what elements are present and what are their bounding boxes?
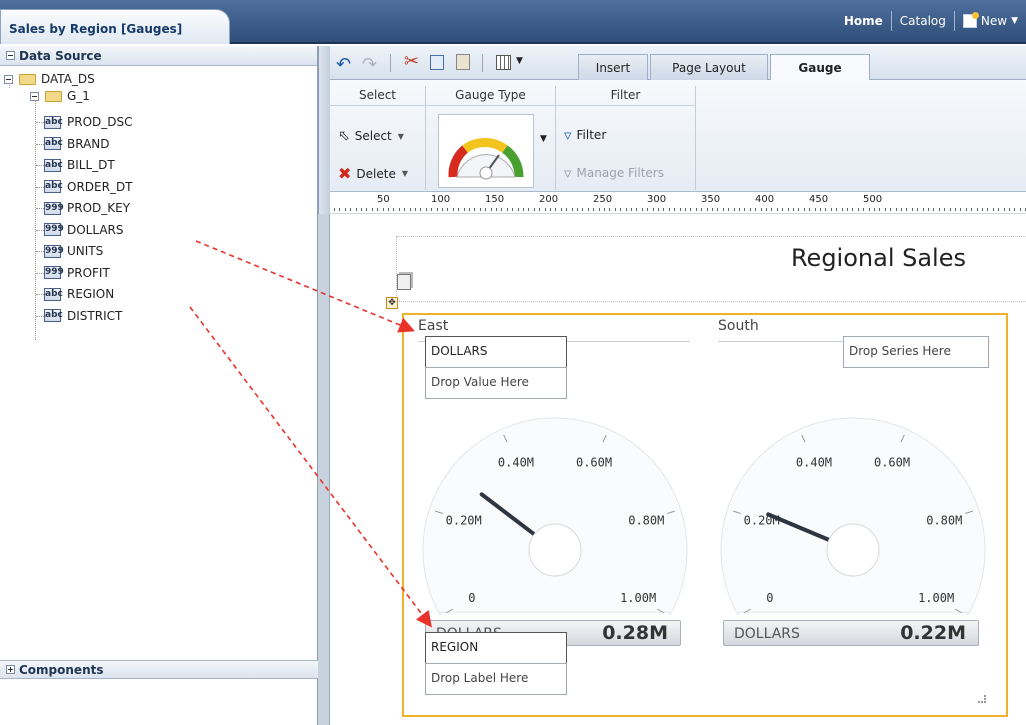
arrow-dollars	[195, 240, 415, 333]
drag-arrows	[189, 240, 432, 628]
arrow-region	[189, 306, 432, 628]
